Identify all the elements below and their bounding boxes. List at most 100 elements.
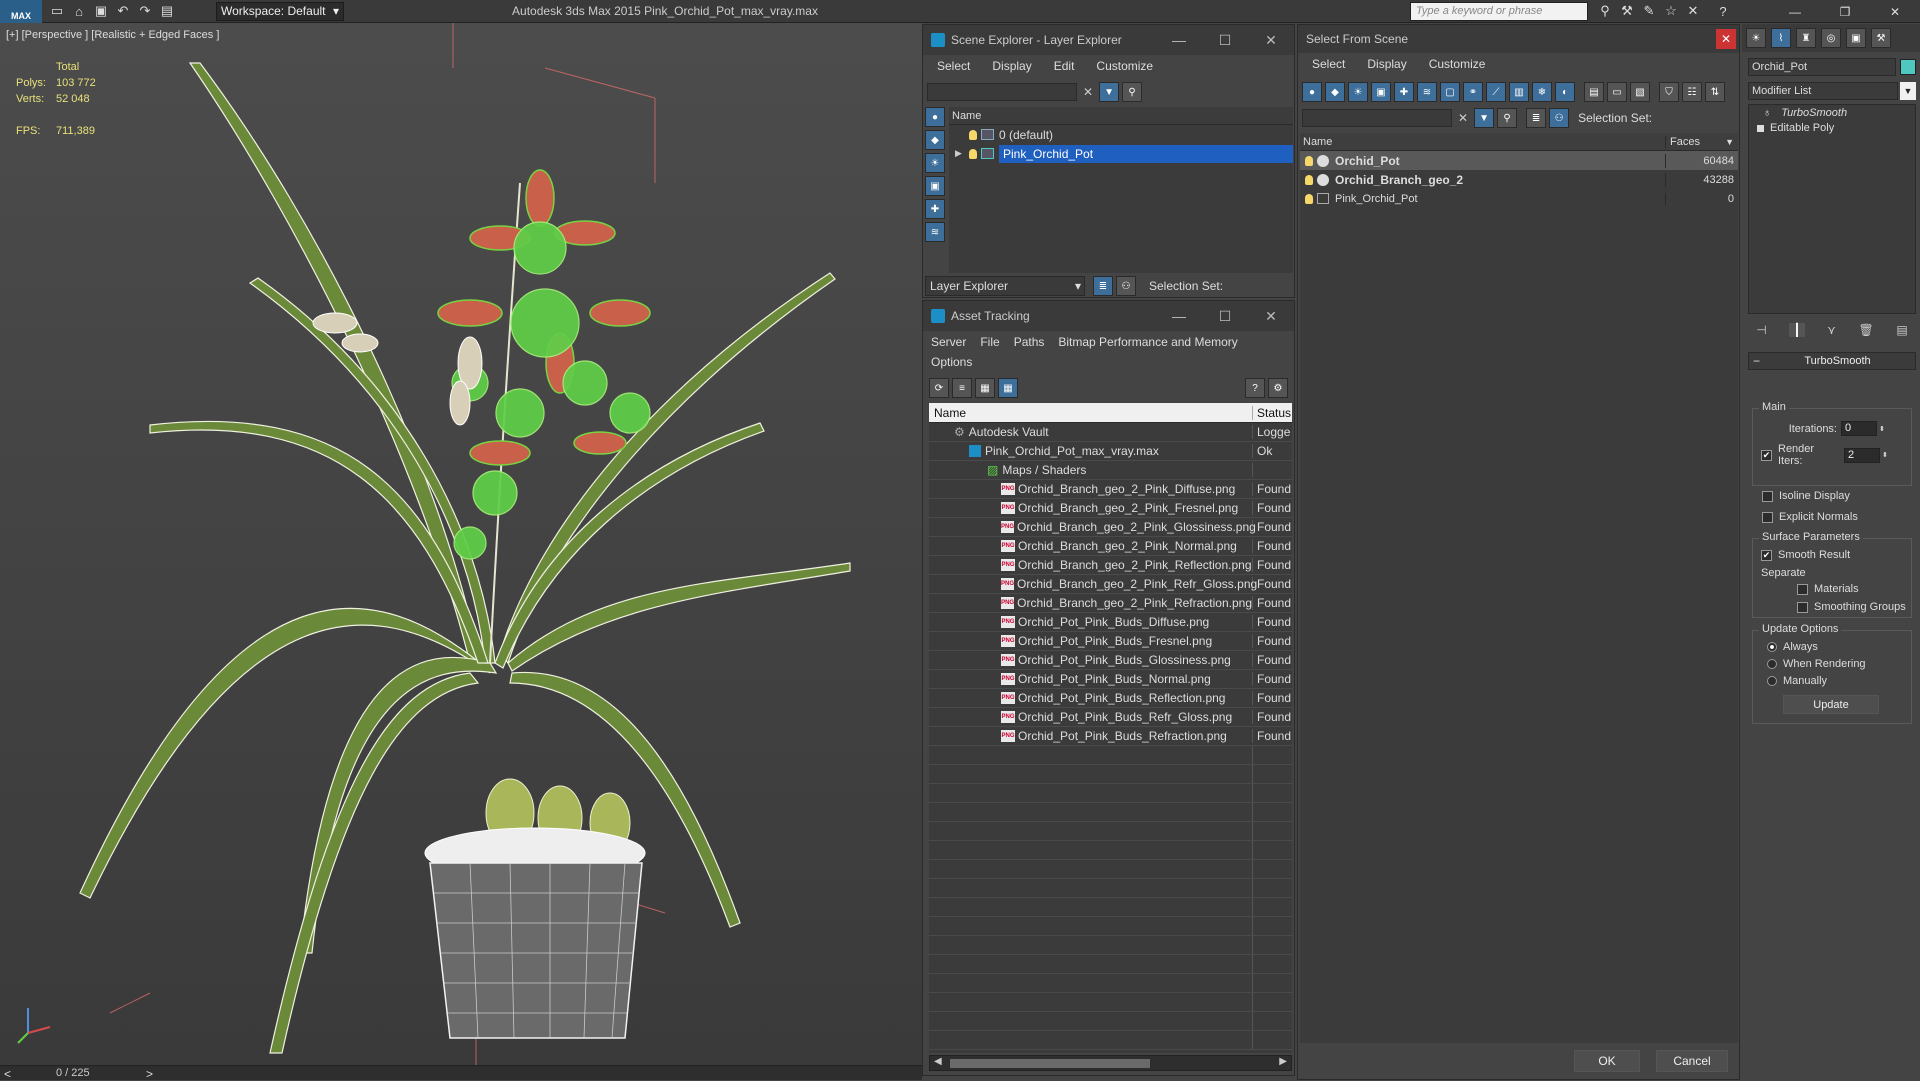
display-helpers-icon[interactable]: ✚ (925, 199, 945, 219)
display-lights-icon[interactable]: ☀ (925, 153, 945, 173)
chevron-down-icon[interactable]: ▼ (1900, 82, 1916, 100)
light-bulb-icon[interactable] (1305, 193, 1313, 204)
spinner-arrows-icon[interactable]: ⬍ (1879, 425, 1885, 433)
minimize-icon[interactable]: — (1156, 32, 1202, 49)
layer-row-default[interactable]: 0 (default) (949, 125, 1293, 144)
light-bulb-icon[interactable] (969, 148, 977, 159)
star-icon[interactable]: ☆ (1662, 2, 1680, 20)
hierarchy-tab-icon[interactable]: ♜ (1796, 28, 1816, 48)
scene-explorer-titlebar[interactable]: Scene Explorer - Layer Explorer — ☐ ✕ (923, 25, 1294, 55)
exchange-icon[interactable]: ✕ (1684, 2, 1702, 20)
light-bulb-icon[interactable] (1305, 155, 1313, 166)
menu-bitmap-performance[interactable]: Bitmap Performance and Memory (1058, 335, 1237, 349)
filter-geometry-icon[interactable]: ● (1302, 82, 1322, 102)
configure-sets-icon[interactable]: ▤ (1896, 323, 1907, 337)
scroll-thumb[interactable] (950, 1059, 1150, 1068)
close-icon[interactable]: ✕ (1248, 32, 1294, 49)
layer-tree-name-header[interactable]: Name (949, 107, 1293, 125)
sort-icon[interactable]: ⇅ (1705, 82, 1725, 102)
asset-horizontal-scrollbar[interactable]: ◀ ▶ (929, 1055, 1292, 1071)
asset-row-map[interactable]: PNG Orchid_Pot_Pink_Buds_Fresnel.png Found (929, 632, 1292, 651)
minimize-icon[interactable]: — (1156, 308, 1202, 325)
asset-row-map[interactable]: PNG Orchid_Branch_geo_2_Pink_Normal.png Fo… (929, 537, 1292, 556)
menu-file[interactable]: File (980, 335, 999, 349)
asset-row-maps-folder[interactable]: ▨ Maps / Shaders (929, 461, 1292, 480)
scroll-left-icon[interactable]: ◀ (934, 1056, 942, 1067)
asset-row-map[interactable]: PNG Orchid_Pot_Pink_Buds_Refr_Gloss.png Fo… (929, 708, 1292, 727)
menu-server[interactable]: Server (931, 335, 966, 349)
menu-edit[interactable]: Edit (1054, 59, 1075, 73)
filter-hidden-icon[interactable]: ◐ (1555, 82, 1575, 102)
menu-select[interactable]: Select (937, 59, 970, 73)
pin-stack-icon[interactable]: ⊣ (1756, 323, 1766, 337)
filter-cameras-icon[interactable]: ▣ (1371, 82, 1391, 102)
menu-customize[interactable]: Customize (1429, 57, 1486, 71)
display-shapes-icon[interactable]: ◆ (925, 130, 945, 150)
hierarchy-icon[interactable]: ⚇ (1549, 108, 1570, 128)
object-faces-column[interactable]: Faces (1666, 136, 1725, 148)
filter-shapes-icon[interactable]: ◆ (1325, 82, 1345, 102)
select-all-icon[interactable]: ▤ (1584, 82, 1604, 102)
menu-customize[interactable]: Customize (1096, 59, 1153, 73)
time-slider-prev[interactable]: < (4, 1067, 11, 1081)
light-bulb-icon[interactable] (1305, 174, 1313, 185)
help-icon[interactable]: ? (1245, 378, 1265, 398)
explicit-normals-checkbox[interactable] (1762, 511, 1773, 523)
iterations-spinner[interactable]: 0 (1841, 421, 1877, 436)
scene-explorer-search-input[interactable] (927, 83, 1077, 101)
filter-xrefs-icon[interactable]: ⚭ (1463, 82, 1483, 102)
display-cameras-icon[interactable]: ▣ (925, 176, 945, 196)
filter-lights-icon[interactable]: ☀ (1348, 82, 1368, 102)
thumbnail-view-icon[interactable]: ▦ (975, 378, 995, 398)
asset-tracking-titlebar[interactable]: Asset Tracking — ☐ ✕ (923, 301, 1294, 331)
utilities-tab-icon[interactable]: ⚒ (1871, 28, 1891, 48)
filter-groups-icon[interactable]: ▢ (1440, 82, 1460, 102)
asset-row-map[interactable]: PNG Orchid_Branch_geo_2_Pink_Refr_Gloss.p… (929, 575, 1292, 594)
asset-row-map[interactable]: PNG Orchid_Branch_geo_2_Pink_Refraction.p… (929, 594, 1292, 613)
close-icon[interactable]: ✕ (1870, 5, 1920, 19)
update-button[interactable]: Update (1783, 695, 1879, 714)
manually-radio[interactable] (1767, 676, 1777, 686)
filter-icon[interactable]: ▼ (1474, 108, 1495, 128)
asset-row-map[interactable]: PNG Orchid_Pot_Pink_Buds_Reflection.png Fo… (929, 689, 1292, 708)
maximize-icon[interactable]: ☐ (1202, 308, 1248, 325)
menu-select[interactable]: Select (1312, 57, 1345, 71)
clear-search-icon[interactable]: ✕ (1458, 111, 1468, 125)
close-icon[interactable]: ✕ (1248, 308, 1294, 325)
find-icon[interactable]: ⚲ (1122, 82, 1143, 102)
hierarchy-view-icon[interactable]: ☷ (1682, 82, 1702, 102)
smoothing-groups-checkbox[interactable] (1797, 601, 1808, 613)
menu-paths[interactable]: Paths (1014, 335, 1045, 349)
tools-icon[interactable]: ⚒ (1618, 2, 1636, 20)
clear-search-icon[interactable]: ✕ (1083, 85, 1093, 99)
filter-spacewarps-icon[interactable]: ≋ (1417, 82, 1437, 102)
perspective-viewport[interactable]: [+] [Perspective ] [Realistic + Edged Fa… (0, 23, 922, 1065)
object-color-swatch[interactable] (1900, 59, 1916, 75)
modifier-list-dropdown[interactable]: Modifier List (1748, 82, 1898, 100)
ok-button[interactable]: OK (1574, 1050, 1640, 1072)
object-name-column[interactable]: Name (1300, 135, 1666, 148)
explorer-type-dropdown[interactable]: Layer Explorer ▾ (925, 276, 1085, 296)
filter-helpers-icon[interactable]: ✚ (1394, 82, 1414, 102)
time-slider[interactable]: < 0 / 225 > (0, 1065, 922, 1081)
search-input[interactable]: Type a keyword or phrase (1410, 2, 1588, 21)
materials-checkbox[interactable] (1797, 583, 1808, 595)
asset-row-map[interactable]: PNG Orchid_Pot_Pink_Buds_Refraction.png Fo… (929, 727, 1292, 746)
always-radio[interactable] (1767, 642, 1777, 652)
asset-row-map[interactable]: PNG Orchid_Branch_geo_2_Pink_Reflection.p… (929, 556, 1292, 575)
table-view-icon[interactable]: ▦ (998, 378, 1018, 398)
spinner-arrows-icon[interactable]: ⬍ (1882, 451, 1888, 459)
display-spacewarps-icon[interactable]: ≋ (925, 222, 945, 242)
light-bulb-icon[interactable]: ♁ (1763, 107, 1771, 119)
minimize-icon[interactable]: — (1770, 5, 1820, 19)
isoline-checkbox[interactable] (1762, 490, 1773, 502)
object-name-field[interactable]: Orchid_Pot (1748, 58, 1896, 76)
filter-containers-icon[interactable]: ▥ (1509, 82, 1529, 102)
cancel-button[interactable]: Cancel (1656, 1050, 1728, 1072)
asset-row-vault[interactable]: ⚙ Autodesk Vault Logge (929, 423, 1292, 442)
asset-row-map[interactable]: PNG Orchid_Branch_geo_2_Pink_Diffuse.png F… (929, 480, 1292, 499)
menu-options[interactable]: Options (931, 355, 972, 369)
asset-row-map[interactable]: PNG Orchid_Pot_Pink_Buds_Glossiness.png Fo… (929, 651, 1292, 670)
stack-item-editable-poly[interactable]: Editable Poly (1749, 121, 1915, 135)
render-iters-checkbox[interactable]: ✔ (1761, 449, 1772, 461)
